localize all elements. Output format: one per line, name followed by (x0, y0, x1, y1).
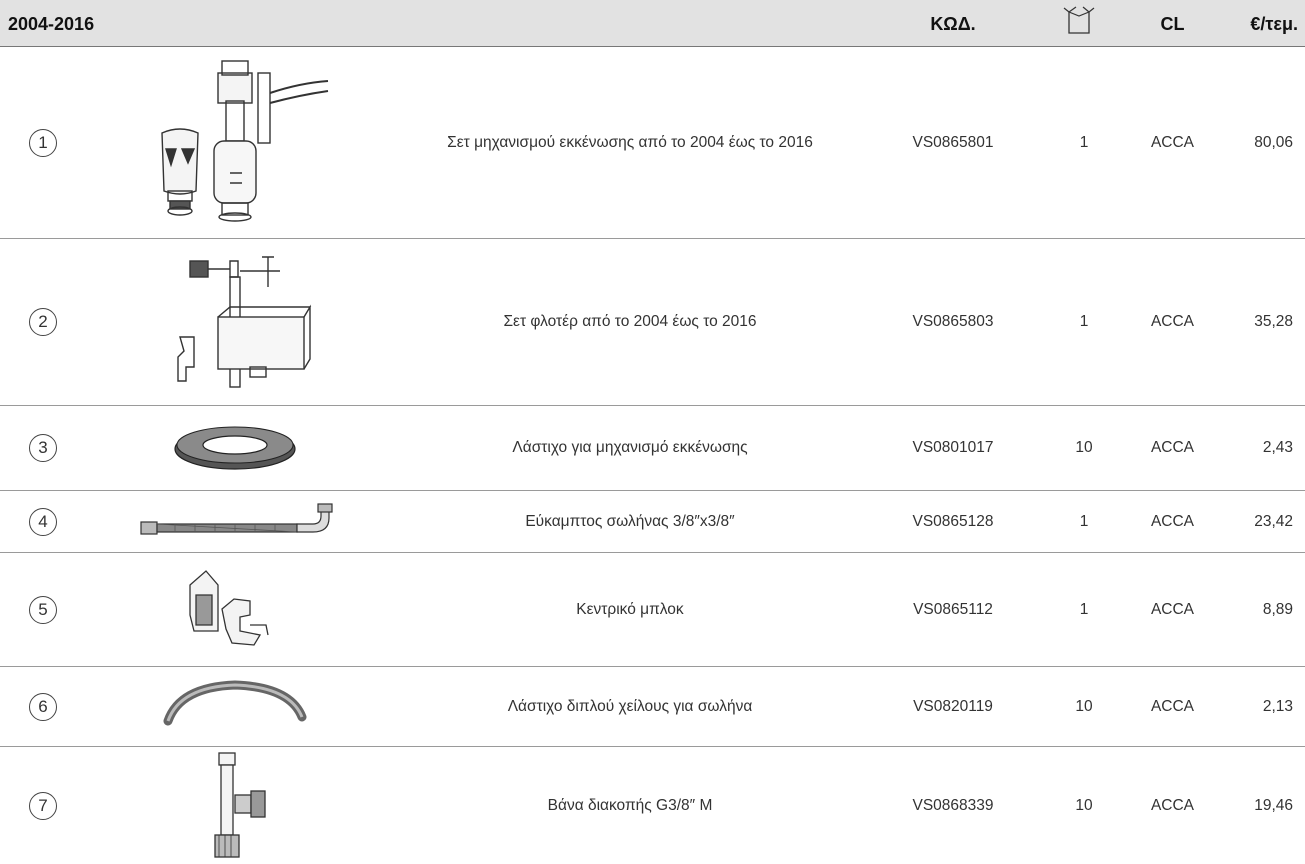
item-cl: ACCA (1150, 439, 1195, 456)
item-price: 80,06 (1254, 133, 1293, 151)
item-description: Κεντρικό μπλοκ (576, 600, 684, 618)
item-quantity: 10 (1075, 439, 1093, 456)
rubber-seal-ring-image (110, 406, 360, 490)
table-row: 6 Λάστιχο διπλού χείλους για σωλήνα VS08… (0, 667, 1305, 747)
item-quantity: 1 (1079, 133, 1089, 151)
float-valve-set-image (110, 239, 360, 405)
item-price: 23,42 (1254, 512, 1293, 530)
item-description: Βάνα διακοπής G3/8″ M (547, 796, 713, 814)
item-price: 19,46 (1254, 796, 1293, 814)
item-code: VS0865801 (912, 133, 994, 151)
section-title: 2004-2016 (8, 14, 95, 34)
item-price: 2,13 (1262, 697, 1293, 715)
item-price: 35,28 (1254, 313, 1293, 330)
item-quantity: 1 (1079, 512, 1089, 530)
double-lip-seal-image (110, 667, 360, 746)
item-quantity: 10 (1075, 796, 1093, 814)
item-description: Σετ φλοτέρ από το 2004 έως το 2016 (503, 313, 757, 330)
item-number: 6 (29, 692, 57, 721)
item-code: VS0865112 (913, 600, 993, 618)
item-cl: ACCA (1150, 313, 1195, 330)
central-block-image (110, 553, 360, 666)
flexible-hose-image (110, 491, 360, 552)
item-number: 4 (29, 507, 57, 536)
item-description: Λάστιχο διπλού χείλους για σωλήνα (507, 697, 753, 715)
item-price: 8,89 (1262, 600, 1293, 618)
item-cl: ACCA (1150, 600, 1195, 618)
table-row: 3 Λάστιχο για μηχανισμό εκκένωσης VS0801… (0, 406, 1305, 491)
item-code: VS0865128 (912, 512, 994, 530)
table-row: 4 Εύκαμπτος σωλήνας 3/8″x3/8″ VS0865128 … (0, 491, 1305, 553)
item-cl: ACCA (1150, 133, 1195, 151)
item-number: 2 (29, 308, 57, 336)
item-code: VS0865803 (912, 313, 994, 330)
table-row: 2 Σετ φλοτέρ από το 2004 έως το 2016 VS0… (0, 239, 1305, 406)
item-number: 1 (29, 128, 57, 157)
item-cl: ACCA (1150, 512, 1195, 530)
table-row: 1 Σετ μηχανισμού εκκένωσης από το 2004 έ… (0, 47, 1305, 239)
table-row: 5 Κεντρικό μπλοκ VS0865112 1 ACCA 8,89 (0, 553, 1305, 667)
item-number: 3 (29, 434, 57, 462)
price-column-header: €/τεμ. (1250, 14, 1298, 34)
item-cl: ACCA (1150, 796, 1195, 814)
item-price: 2,43 (1262, 439, 1293, 456)
item-cl: ACCA (1150, 697, 1195, 715)
item-code: VS0801017 (912, 439, 994, 456)
box-icon (1062, 6, 1102, 36)
item-number: 7 (29, 791, 57, 820)
item-quantity: 1 (1079, 313, 1089, 330)
shutoff-valve-image (110, 747, 360, 864)
item-code: VS0820119 (913, 697, 993, 715)
item-quantity: 10 (1075, 697, 1093, 715)
table-row: 7 Βάνα διακοπής G3/8″ M VS0868339 10 ACC… (0, 747, 1305, 864)
item-description: Εύκαμπτος σωλήνας 3/8″x3/8″ (525, 512, 735, 530)
flush-mechanism-set-image (110, 47, 360, 238)
item-number: 5 (29, 595, 57, 624)
cl-column-header: CL (1160, 14, 1185, 34)
item-description: Σετ μηχανισμού εκκένωσης από το 2004 έως… (447, 133, 813, 151)
item-code: VS0868339 (912, 796, 994, 814)
item-quantity: 1 (1079, 600, 1089, 618)
table-header: 2004-2016 ΚΩΔ. CL €/τεμ. (0, 0, 1305, 47)
item-description: Λάστιχο για μηχανισμό εκκένωσης (512, 439, 748, 456)
code-column-header: ΚΩΔ. (930, 14, 976, 34)
